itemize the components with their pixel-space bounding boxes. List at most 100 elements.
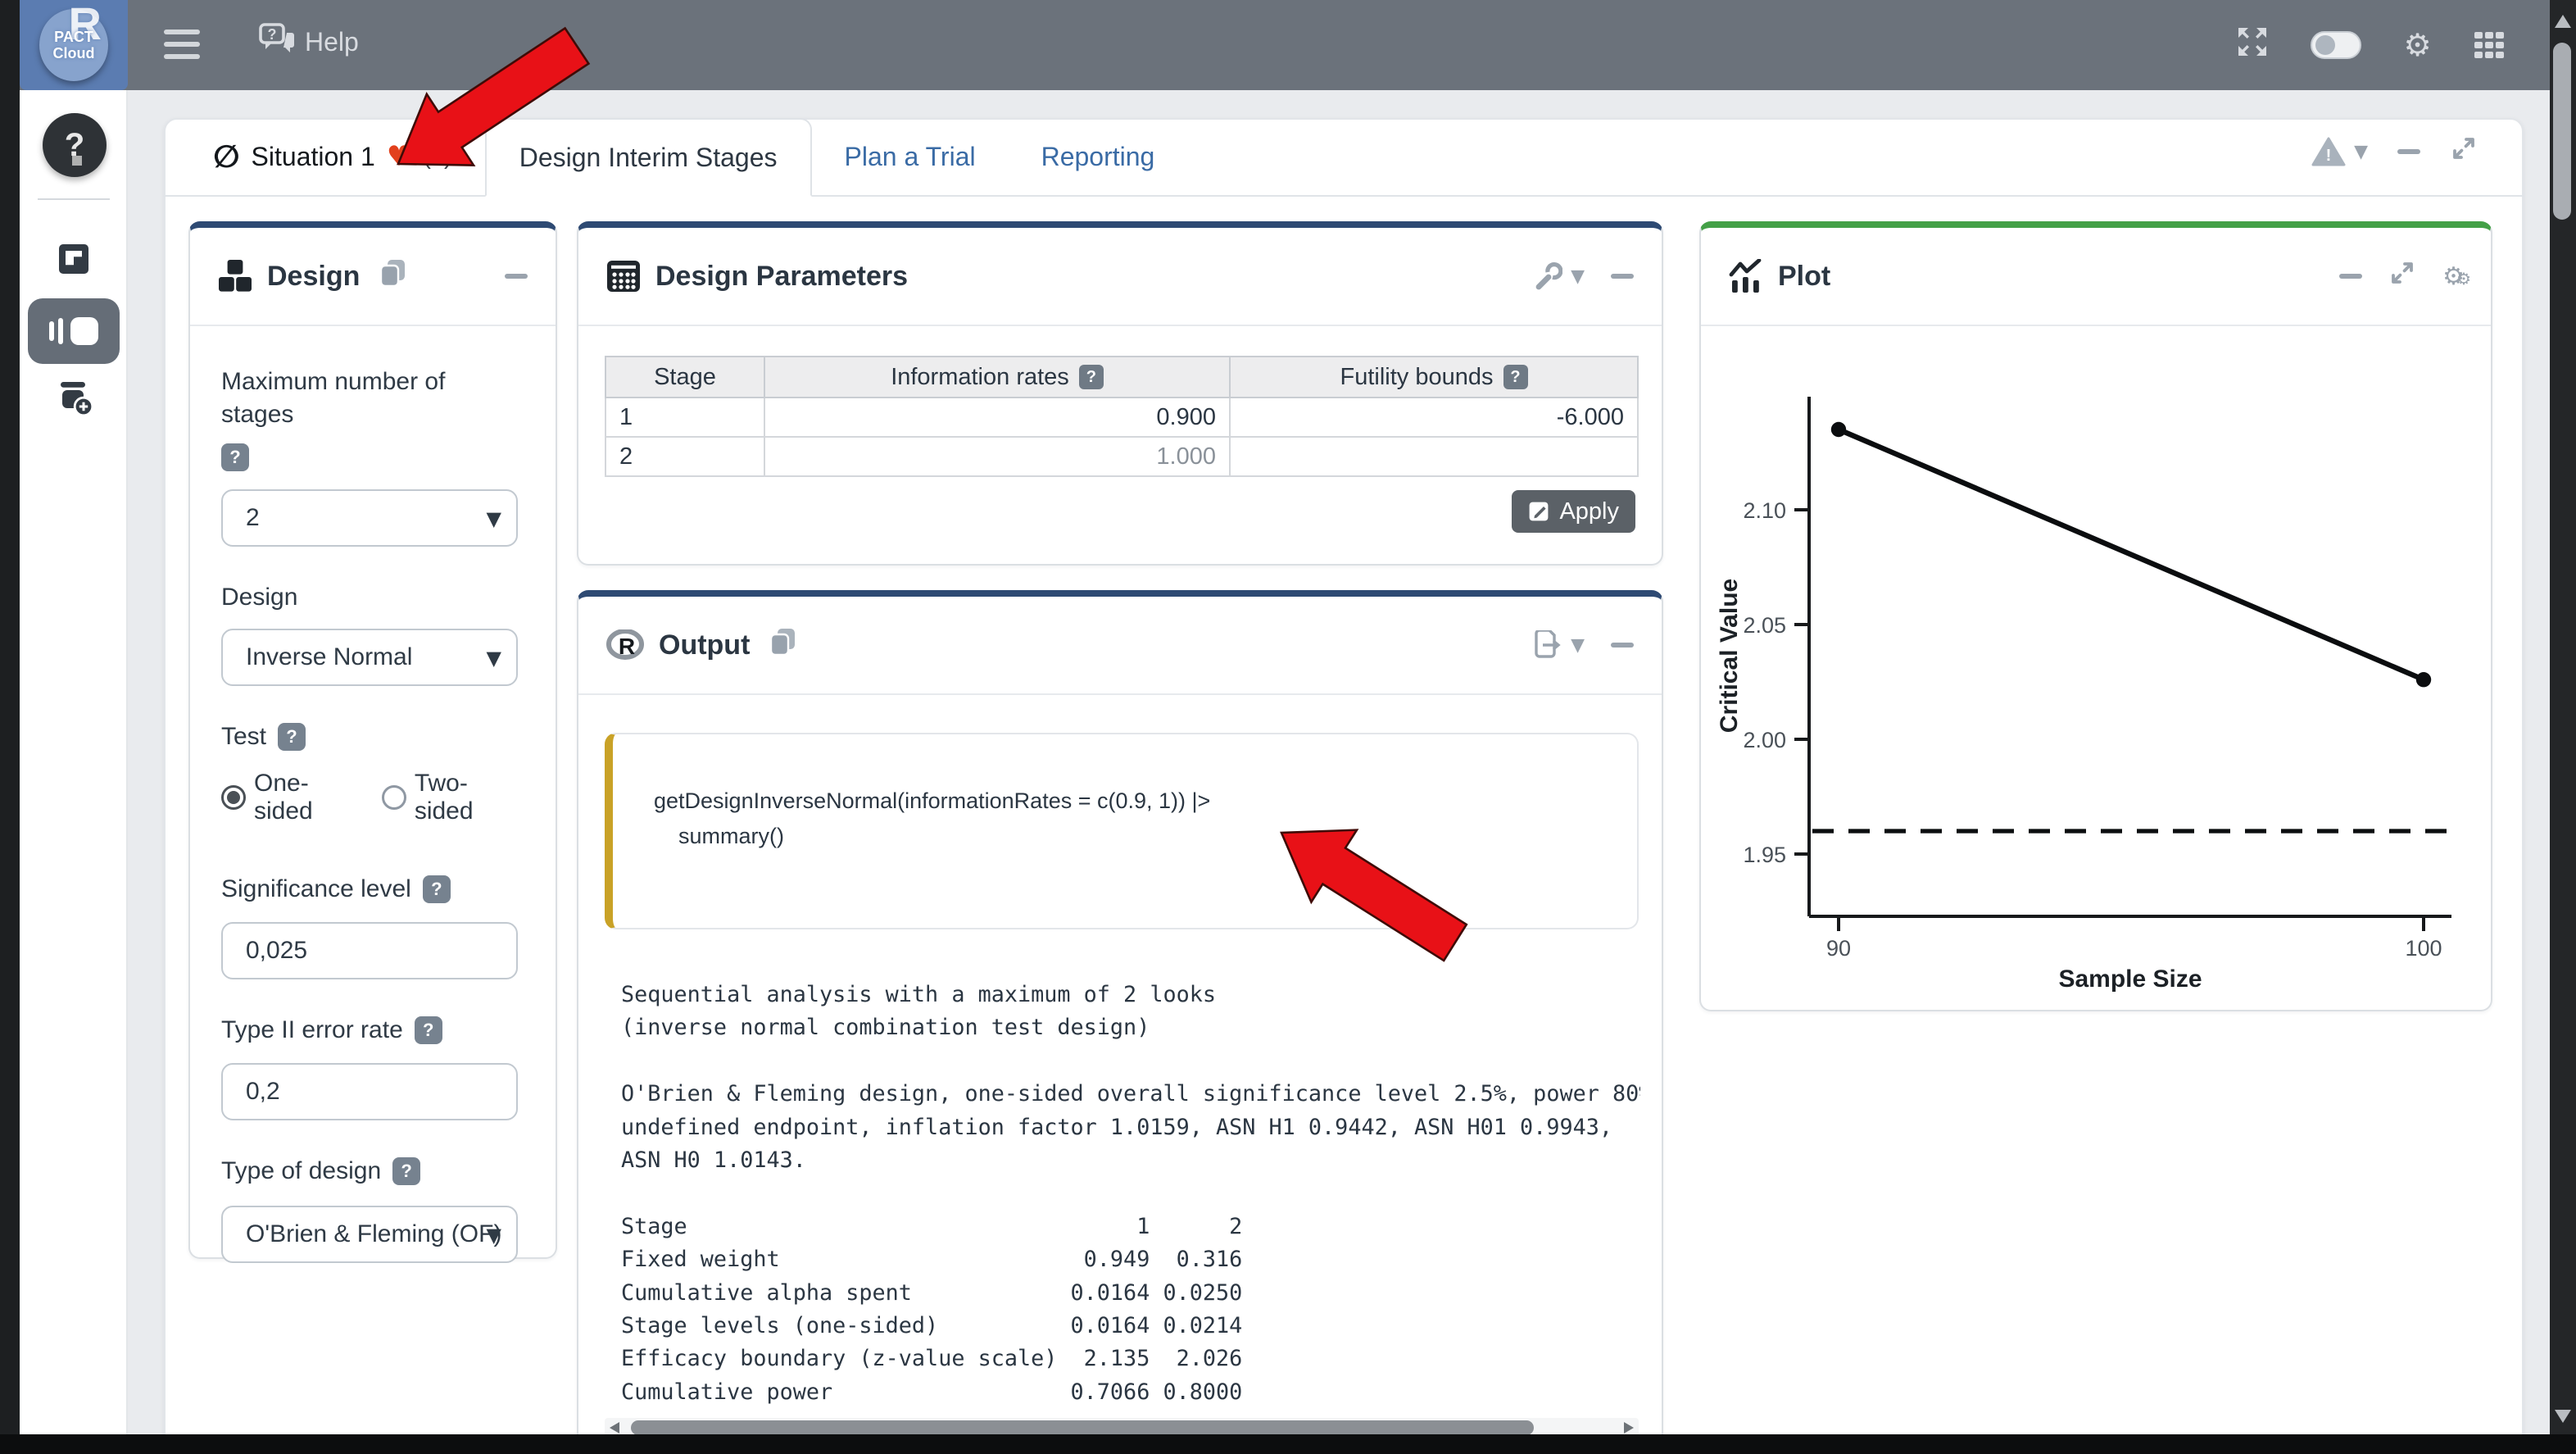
chevron-down-icon: ▼	[1571, 266, 1585, 287]
plot-settings-gears-icon[interactable]: ⚙⚙	[2442, 262, 2463, 291]
design-select[interactable]: Inverse Normal ▼	[221, 629, 518, 686]
output-text: Sequential analysis with a maximum of 2 …	[621, 979, 1640, 1409]
favorites-count: (5)	[423, 143, 451, 170]
collapse-plot-panel[interactable]	[2339, 274, 2362, 279]
logo-text-bottom: Cloud	[53, 45, 95, 61]
warnings-dropdown[interactable]: ! ▼	[2311, 137, 2368, 166]
table-settings-dropdown[interactable]: ▼	[1533, 261, 1585, 291]
type-of-design-select[interactable]: O'Brien & Fleming (OF) ▼	[221, 1206, 518, 1263]
futility-bound-cell[interactable]	[1230, 437, 1638, 476]
information-rate-cell[interactable]: 1.000	[764, 437, 1230, 476]
scroll-right-arrow[interactable]	[1624, 1422, 1634, 1434]
design-panel: Design Maximum number of stages ? 2 ▼ De…	[188, 221, 557, 1259]
futility-bound-cell[interactable]: -6.000	[1230, 398, 1638, 437]
test-help-icon[interactable]: ?	[278, 723, 306, 751]
minimize-card-button[interactable]	[2397, 149, 2420, 154]
design-form: Maximum number of stages ? 2 ▼ Design In…	[190, 326, 556, 1263]
tab-design-interim-stages[interactable]: Design Interim Stages	[485, 118, 812, 197]
svg-text:2.00: 2.00	[1743, 728, 1786, 752]
table-header-row: Stage Information rates? Futility bounds…	[605, 357, 1638, 398]
significance-input[interactable]	[221, 922, 518, 979]
critical-value-plot: 1.952.002.052.1090100Sample SizeCritical…	[1701, 326, 2494, 1010]
help-button[interactable]: ? Help	[259, 23, 359, 61]
stage-cell: 2	[605, 437, 764, 476]
tab-reporting[interactable]: Reporting	[1009, 118, 1188, 195]
svg-text:?: ?	[268, 26, 277, 43]
window-edge-left	[0, 0, 20, 1454]
window-edge-bottom	[0, 1434, 2576, 1454]
significance-label: Significance level ?	[221, 873, 524, 906]
chart-icon	[1729, 259, 1763, 293]
plot-panel-header: Plot ⚙⚙	[1701, 228, 2491, 326]
scroll-up-arrow[interactable]	[2555, 15, 2571, 28]
chevron-down-icon: ▼	[485, 1224, 501, 1247]
max-stages-select[interactable]: 2 ▼	[221, 489, 518, 547]
collapse-output-panel[interactable]	[1611, 643, 1634, 647]
sidebar-divider	[38, 198, 110, 200]
output-panel-header: R Output ▼	[578, 597, 1662, 695]
fullscreen-icon[interactable]	[2237, 26, 2268, 64]
expand-plot-button[interactable]	[2388, 259, 2416, 293]
svg-text:2.05: 2.05	[1743, 613, 1786, 638]
type2-help-icon[interactable]: ?	[415, 1016, 442, 1044]
svg-text:1.95: 1.95	[1743, 843, 1786, 867]
test-radio-group: One-sided Two-sided	[221, 770, 524, 825]
logo-text-top: PACT	[54, 29, 93, 45]
svg-text:100: 100	[2405, 936, 2442, 961]
pencil-square-icon	[1528, 501, 1549, 522]
sidebar-item-situations-active[interactable]	[28, 298, 120, 364]
output-panel: R Output ▼ getDesi	[577, 590, 1663, 1454]
apps-grid-icon[interactable]	[2474, 32, 2504, 59]
svg-text:2.10: 2.10	[1743, 498, 1786, 523]
heart-favorites-icon[interactable]: ♥	[387, 140, 411, 173]
scroll-down-arrow[interactable]	[2555, 1410, 2571, 1423]
expand-card-button[interactable]	[2450, 134, 2478, 169]
wrench-icon	[1533, 261, 1562, 291]
scrollbar-thumb[interactable]	[631, 1420, 1534, 1435]
tab-situation-label: Situation 1	[252, 142, 375, 172]
information-rate-cell[interactable]: 0.900	[764, 398, 1230, 437]
apply-button[interactable]: Apply	[1512, 490, 1635, 533]
futility-bounds-help-icon[interactable]: ?	[1503, 365, 1528, 389]
theme-toggle[interactable]	[2311, 31, 2361, 59]
hamburger-menu-icon[interactable]	[164, 30, 203, 61]
settings-gear-icon[interactable]: ⚙	[2404, 27, 2432, 63]
type-of-design-help-icon[interactable]: ?	[392, 1157, 420, 1185]
file-export-icon	[1533, 630, 1562, 660]
col-futility-bounds: Futility bounds?	[1230, 357, 1638, 398]
stage-cell: 1	[605, 398, 764, 437]
significance-help-icon[interactable]: ?	[423, 875, 451, 903]
collapse-design-panel[interactable]	[505, 274, 528, 279]
type-of-design-label: Type of design ?	[221, 1155, 524, 1188]
topbar-actions: ⚙	[2237, 0, 2504, 90]
r-code-block: getDesignInverseNormal(informationRates …	[605, 733, 1639, 929]
plot-panel-title: Plot	[1778, 261, 1830, 293]
type2-input[interactable]	[221, 1063, 518, 1120]
plot-panel: Plot ⚙⚙ 1.952.002.052.1090100Sample Size…	[1699, 221, 2492, 1011]
chevron-down-icon: ▼	[485, 647, 501, 670]
page-vertical-scrollbar[interactable]	[2550, 0, 2576, 1454]
type2-label: Type II error rate ?	[221, 1014, 524, 1047]
radio-two-sided[interactable]: Two-sided	[382, 770, 524, 825]
radio-one-sided[interactable]: One-sided	[221, 770, 365, 825]
export-dropdown[interactable]: ▼	[1533, 630, 1585, 660]
max-stages-help-icon[interactable]: ?	[221, 443, 249, 471]
information-rates-help-icon[interactable]: ?	[1079, 365, 1104, 389]
scrollbar-thumb[interactable]	[2553, 43, 2571, 220]
copy-icon[interactable]	[379, 258, 407, 294]
sidebar-item-add-archive-icon[interactable]	[57, 382, 93, 415]
pact-cloud-logo[interactable]: R PACT Cloud	[20, 0, 128, 90]
app-window: R PACT Cloud ? Help	[0, 0, 2576, 1454]
sidebar-item-board-icon[interactable]	[59, 244, 88, 274]
user-avatar[interactable]: ?	[43, 113, 107, 177]
tab-plan-a-trial[interactable]: Plan a Trial	[812, 118, 1009, 195]
warning-icon: !	[2311, 137, 2346, 166]
tab-situation-1[interactable]: ∅ Situation 1 ♥ (5)	[180, 118, 485, 195]
copy-icon[interactable]	[769, 627, 797, 663]
design-select-label: Design	[221, 581, 524, 614]
toggle-knob	[2315, 35, 2335, 55]
scroll-left-arrow[interactable]	[610, 1422, 619, 1434]
table-row: 2 1.000	[605, 437, 1638, 476]
collapse-design-parameters-panel[interactable]	[1611, 274, 1634, 279]
table-row: 1 0.900 -6.000	[605, 398, 1638, 437]
